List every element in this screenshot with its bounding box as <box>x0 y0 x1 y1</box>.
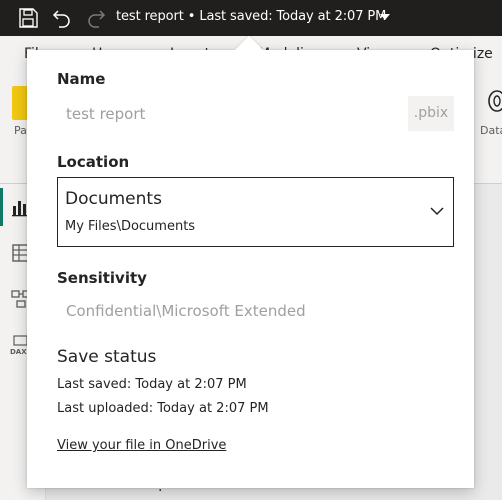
sensitivity-value: Confidential\Microsoft Extended <box>66 302 306 320</box>
dax-label: DAX <box>10 348 27 356</box>
redo-icon[interactable] <box>84 6 108 30</box>
data-icon[interactable] <box>486 88 502 114</box>
save-icon[interactable] <box>16 6 40 30</box>
location-dropdown[interactable]: Documents My Files\Documents <box>57 177 454 247</box>
location-label: Location <box>57 153 130 171</box>
last-uploaded-text: Last uploaded: Today at 2:07 PM <box>57 401 269 416</box>
location-path: My Files\Documents <box>65 219 196 234</box>
file-name-input[interactable] <box>57 96 406 131</box>
active-view-indicator <box>0 188 3 226</box>
chevron-down-icon <box>429 205 445 217</box>
name-label: Name <box>57 70 106 88</box>
location-name: Documents <box>65 189 162 209</box>
paste-icon[interactable] <box>12 86 28 120</box>
file-extension: .pbix <box>408 96 454 131</box>
onedrive-link[interactable]: View your file in OneDrive <box>57 438 226 453</box>
title-bar: test report • Last saved: Today at 2:07 … <box>0 0 502 36</box>
undo-icon[interactable] <box>50 6 74 30</box>
document-title[interactable]: test report • Last saved: Today at 2:07 … <box>116 9 386 24</box>
caret-down-icon[interactable] <box>380 14 390 20</box>
data-button-label[interactable]: Data <box>480 124 502 137</box>
save-status-title: Save status <box>57 347 157 367</box>
sensitivity-label: Sensitivity <box>57 269 147 287</box>
last-saved-text: Last saved: Today at 2:07 PM <box>57 377 247 392</box>
